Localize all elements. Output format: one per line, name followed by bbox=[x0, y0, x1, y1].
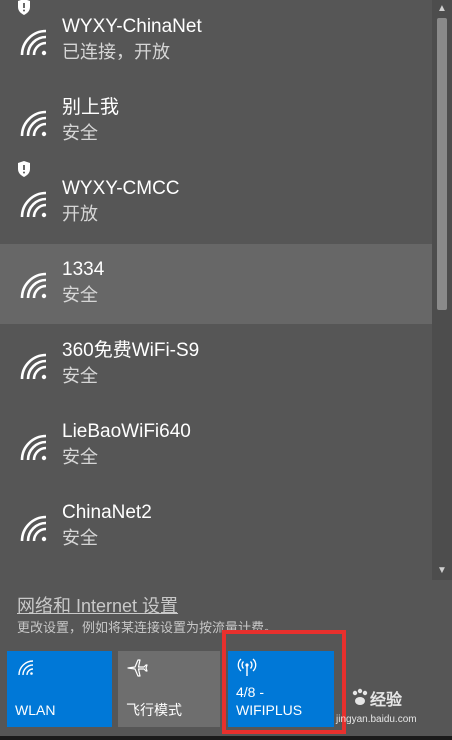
network-status: 安全 bbox=[62, 123, 98, 143]
network-flyout: WYXY-ChinaNet 已连接，开放 别上我安全 WYXY-CMCC 开放 1334 安… bbox=[0, 0, 452, 740]
watermark-url: jingyan.baidu.com bbox=[336, 714, 417, 725]
scroll-up-arrow[interactable]: ▲ bbox=[432, 0, 452, 18]
wifi-signal-icon bbox=[20, 110, 47, 137]
wlan-toggle-button[interactable]: WLAN bbox=[7, 651, 112, 727]
network-name: LieBaoWiFi640 bbox=[62, 421, 191, 442]
network-name: WYXY-ChinaNet bbox=[62, 16, 202, 37]
open-network-shield-icon bbox=[18, 0, 30, 15]
network-item[interactable]: ChinaNet2 安全 bbox=[0, 487, 432, 567]
wifi-signal-icon bbox=[20, 191, 47, 218]
network-name: 1334 bbox=[62, 259, 105, 280]
network-list: WYXY-ChinaNet 已连接，开放 别上我安全 WYXY-CMCC 开放 1334 安… bbox=[0, 0, 432, 580]
baidu-watermark: 经验 jingyan.baidu.com bbox=[336, 686, 452, 736]
wlan-label: WLAN bbox=[15, 702, 56, 718]
network-settings-link[interactable]: 网络和 Internet 设置 bbox=[17, 592, 178, 618]
wifi-signal-icon bbox=[20, 353, 47, 380]
network-item[interactable]: WYXY-ChinaNet 已连接，开放 bbox=[0, 0, 432, 81]
airplane-mode-label: 飞行模式 bbox=[126, 702, 182, 718]
wifi-signal-icon bbox=[20, 272, 47, 299]
network-item[interactable]: LieBaoWiFi640 安全 bbox=[0, 406, 432, 486]
taskbar-edge bbox=[0, 736, 452, 740]
network-status: 安全 bbox=[62, 528, 98, 548]
scroll-down-arrow[interactable]: ▼ bbox=[432, 562, 452, 580]
network-name: 别上我 bbox=[62, 97, 120, 118]
open-network-shield-icon bbox=[18, 161, 30, 177]
scrollbar[interactable]: ▲ ▼ bbox=[432, 0, 452, 580]
network-name: 360免费WiFi-S9 bbox=[62, 340, 200, 361]
network-status: 安全 bbox=[62, 285, 98, 305]
network-item[interactable]: WYXY-CMCC 开放 bbox=[0, 161, 432, 243]
wifi-signal-icon bbox=[20, 434, 47, 461]
wifi-signal-icon bbox=[20, 515, 47, 542]
airplane-mode-button[interactable]: 飞行模式 bbox=[118, 651, 220, 727]
network-name: WYXY-CMCC bbox=[62, 178, 180, 199]
network-status: 已连接，开放 bbox=[62, 42, 170, 62]
wifi-signal-icon bbox=[20, 29, 47, 56]
network-name: ChinaNet2 bbox=[62, 502, 152, 523]
network-status: 开放 bbox=[62, 204, 98, 224]
highlight-annotation-box bbox=[222, 630, 346, 734]
network-item[interactable]: 别上我 安全 bbox=[0, 82, 432, 162]
network-item[interactable]: 1334 安全 bbox=[0, 244, 432, 324]
airplane-icon bbox=[127, 659, 148, 677]
wifi-icon bbox=[18, 660, 34, 676]
scroll-thumb[interactable] bbox=[437, 18, 447, 310]
watermark-brand: 经验 bbox=[370, 692, 403, 709]
network-status: 安全 bbox=[62, 447, 98, 467]
paw-icon bbox=[352, 688, 368, 705]
network-status: 安全 bbox=[62, 366, 98, 386]
network-item[interactable]: 360免费WiFi-S9 安全 bbox=[0, 325, 432, 405]
